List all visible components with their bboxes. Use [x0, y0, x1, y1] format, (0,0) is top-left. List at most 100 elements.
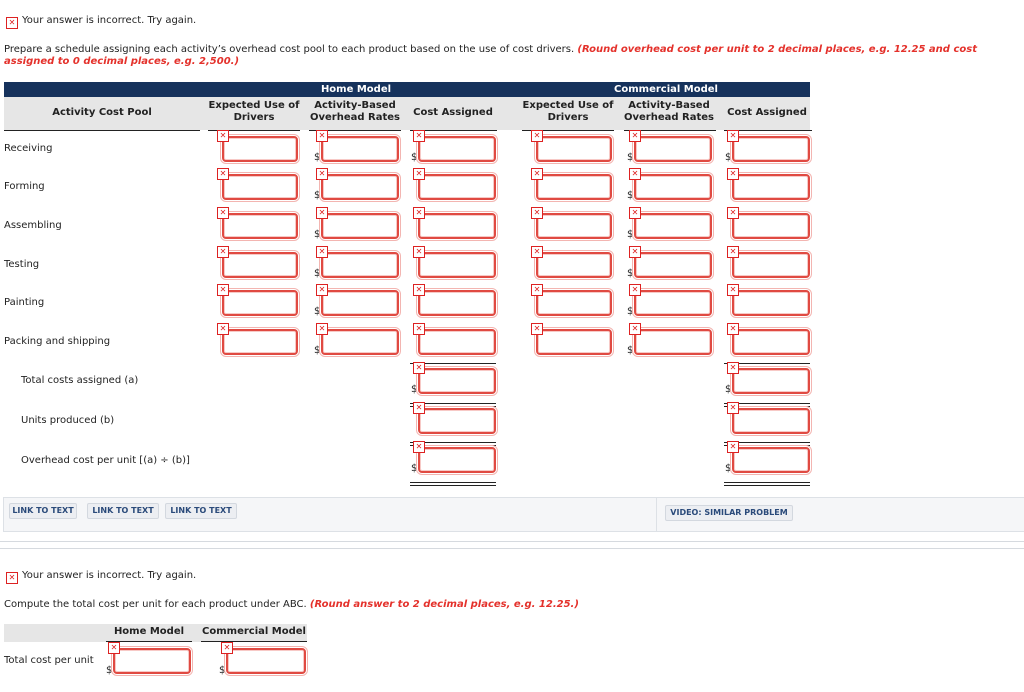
schedule-input-grid: ✕ $ ✕ $ ✕ ✕ $ ✕ $ ✕ ✕ $ ✕ ✕ ✕ $ ✕ ✕ ✕ $ ✕ ✕ ✕ $ ✕ ✕ ✕ $ ✕ ✕ ✕ $ ✕ ✕ ✕ $ ✕ ✕ ✕ $…: [0, 0, 1024, 500]
commercial-forming-cost-assigned-input[interactable]: ✕: [727, 168, 812, 202]
incorrect-x-icon: ✕: [531, 207, 543, 219]
incorrect-x-icon: ✕: [6, 572, 18, 584]
part2-commercial-model-header: Commercial Model: [202, 626, 306, 637]
home-painting-abc-rate-input[interactable]: ✕: [316, 284, 401, 318]
home-packing-and-shipping-abc-rate-input[interactable]: ✕: [316, 323, 401, 357]
incorrect-x-icon: ✕: [413, 323, 425, 335]
dollar-sign: $: [314, 152, 321, 163]
dollar-sign: $: [627, 268, 634, 279]
home-forming-abc-rate-input[interactable]: ✕: [316, 168, 401, 202]
dollar-sign: $: [314, 345, 321, 356]
home-packing-and-shipping-cost-assigned-input[interactable]: ✕: [413, 323, 498, 357]
dollar-sign: $: [627, 306, 634, 317]
dollar-sign: $: [627, 345, 634, 356]
dollar-sign: $: [627, 190, 634, 201]
commercial-assembling-cost-assigned-input[interactable]: ✕: [727, 207, 812, 241]
commercial-receiving-expected-use-input[interactable]: ✕: [531, 130, 614, 164]
home-receiving-expected-use-input[interactable]: ✕: [217, 130, 300, 164]
incorrect-status-2: ✕ Your answer is incorrect. Try again.: [6, 570, 196, 584]
commercial-painting-abc-rate-input[interactable]: ✕: [629, 284, 714, 318]
incorrect-x-icon: ✕: [727, 246, 739, 258]
incorrect-x-icon: ✕: [316, 284, 328, 296]
commercial-testing-abc-rate-input[interactable]: ✕: [629, 246, 714, 280]
incorrect-x-icon: ✕: [629, 130, 641, 142]
commercial-overhead-cost-per-unit-a-b-input[interactable]: ✕: [727, 441, 812, 475]
commercial-receiving-abc-rate-input[interactable]: ✕: [629, 130, 714, 164]
commercial-units-produced-b-input[interactable]: ✕: [727, 402, 812, 436]
home-testing-expected-use-input[interactable]: ✕: [217, 246, 300, 280]
incorrect-x-icon: ✕: [727, 207, 739, 219]
incorrect-x-icon: ✕: [727, 130, 739, 142]
incorrect-x-icon: ✕: [217, 207, 229, 219]
home-overhead-cost-per-unit-a-b-input[interactable]: ✕: [413, 441, 498, 475]
dollar-sign: $: [725, 463, 732, 474]
section-separator: [0, 541, 1024, 542]
home-units-produced-b-input[interactable]: ✕: [413, 402, 498, 436]
incorrect-x-icon: ✕: [531, 130, 543, 142]
instruction-2: Compute the total cost per unit for each…: [4, 599, 1014, 611]
home-receiving-cost-assigned-input[interactable]: ✕: [413, 130, 498, 164]
home-assembling-abc-rate-input[interactable]: ✕: [316, 207, 401, 241]
incorrect-x-icon: ✕: [531, 246, 543, 258]
dollar-sign: $: [627, 152, 634, 163]
commercial-receiving-cost-assigned-input[interactable]: ✕: [727, 130, 812, 164]
commercial-forming-abc-rate-input[interactable]: ✕: [629, 168, 714, 202]
home-forming-cost-assigned-input[interactable]: ✕: [413, 168, 498, 202]
total-double-rule: [724, 482, 810, 486]
commercial-testing-cost-assigned-input[interactable]: ✕: [727, 246, 812, 280]
home-forming-expected-use-input[interactable]: ✕: [217, 168, 300, 202]
total-double-rule: [410, 482, 496, 486]
incorrect-x-icon: ✕: [316, 207, 328, 219]
commercial-painting-cost-assigned-input[interactable]: ✕: [727, 284, 812, 318]
dollar-sign: $: [411, 152, 418, 163]
commercial-painting-expected-use-input[interactable]: ✕: [531, 284, 614, 318]
dollar-sign: $: [725, 152, 732, 163]
incorrect-x-icon: ✕: [629, 323, 641, 335]
incorrect-x-icon: ✕: [413, 362, 425, 374]
incorrect-x-icon: ✕: [316, 246, 328, 258]
commercial-assembling-expected-use-input[interactable]: ✕: [531, 207, 614, 241]
home-total-cost-per-unit-input[interactable]: ✕: [108, 642, 193, 676]
instruction-note: (Round answer to 2 decimal places, e.g. …: [309, 599, 579, 610]
incorrect-x-icon: ✕: [316, 323, 328, 335]
home-painting-cost-assigned-input[interactable]: ✕: [413, 284, 498, 318]
commercial-total-costs-assigned-a-input[interactable]: ✕: [727, 362, 812, 396]
link-to-text-button-2[interactable]: LINK TO TEXT: [87, 503, 159, 519]
home-painting-expected-use-input[interactable]: ✕: [217, 284, 300, 318]
incorrect-x-icon: ✕: [217, 284, 229, 296]
incorrect-x-icon: ✕: [413, 168, 425, 180]
home-total-costs-assigned-a-input[interactable]: ✕: [413, 362, 498, 396]
incorrect-x-icon: ✕: [108, 642, 120, 654]
home-receiving-abc-rate-input[interactable]: ✕: [316, 130, 401, 164]
home-testing-cost-assigned-input[interactable]: ✕: [413, 246, 498, 280]
link-to-text-button-1[interactable]: LINK TO TEXT: [9, 503, 77, 519]
incorrect-x-icon: ✕: [316, 168, 328, 180]
commercial-packing-and-shipping-abc-rate-input[interactable]: ✕: [629, 323, 714, 357]
home-assembling-cost-assigned-input[interactable]: ✕: [413, 207, 498, 241]
incorrect-x-icon: ✕: [413, 441, 425, 453]
incorrect-x-icon: ✕: [413, 402, 425, 414]
commercial-packing-and-shipping-cost-assigned-input[interactable]: ✕: [727, 323, 812, 357]
commercial-packing-and-shipping-expected-use-input[interactable]: ✕: [531, 323, 614, 357]
incorrect-x-icon: ✕: [221, 642, 233, 654]
link-to-text-button-3[interactable]: LINK TO TEXT: [165, 503, 237, 519]
incorrect-x-icon: ✕: [629, 207, 641, 219]
home-testing-abc-rate-input[interactable]: ✕: [316, 246, 401, 280]
dollar-sign: $: [725, 384, 732, 395]
row-label-total-cost-per-unit: Total cost per unit: [4, 655, 94, 666]
video-similar-problem-button[interactable]: VIDEO: SIMILAR PROBLEM: [665, 505, 793, 521]
commercial-forming-expected-use-input[interactable]: ✕: [531, 168, 614, 202]
home-assembling-expected-use-input[interactable]: ✕: [217, 207, 300, 241]
incorrect-x-icon: ✕: [531, 323, 543, 335]
incorrect-x-icon: ✕: [413, 207, 425, 219]
home-packing-and-shipping-expected-use-input[interactable]: ✕: [217, 323, 300, 357]
incorrect-x-icon: ✕: [217, 246, 229, 258]
incorrect-x-icon: ✕: [413, 284, 425, 296]
dollar-sign: $: [219, 665, 226, 676]
commercial-assembling-abc-rate-input[interactable]: ✕: [629, 207, 714, 241]
commercial-testing-expected-use-input[interactable]: ✕: [531, 246, 614, 280]
dollar-sign: $: [627, 229, 634, 240]
dollar-sign: $: [314, 306, 321, 317]
commercial-total-cost-per-unit-input[interactable]: ✕: [221, 642, 308, 676]
header-rule: [201, 641, 307, 642]
